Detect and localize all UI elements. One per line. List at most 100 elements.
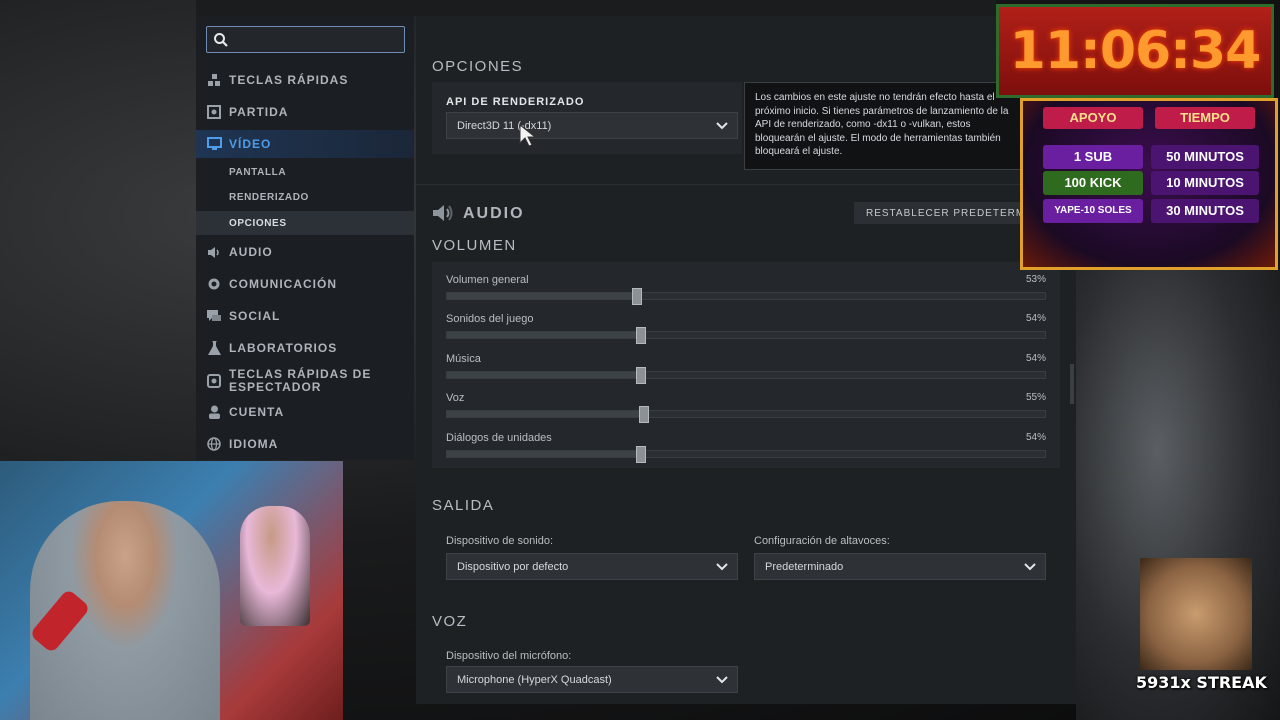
slider-value: 54%	[1025, 432, 1046, 443]
gear-icon	[206, 276, 222, 292]
volume-slider[interactable]	[446, 446, 1046, 463]
slider-handle[interactable]	[635, 367, 646, 384]
volume-slider-row: Voz 55%	[446, 392, 1046, 428]
output-section-title: SALIDA	[432, 497, 495, 514]
webcam-overlay	[0, 461, 343, 720]
slider-handle[interactable]	[632, 288, 643, 305]
sidebar-item-video[interactable]: VÍDEO	[196, 130, 414, 158]
sidebar-item-label: PARTIDA	[229, 104, 289, 119]
window-top-edge	[196, 0, 996, 16]
volume-slider-row: Volumen general 53%	[446, 274, 1046, 310]
mic-device-dropdown[interactable]: Microphone (HyperX Quadcast)	[446, 666, 738, 693]
rendering-api-dropdown[interactable]: Direct3D 11 (-dx11)	[446, 112, 738, 139]
speaker-config-dropdown[interactable]: Predeterminado	[754, 553, 1046, 580]
sidebar-item-labs[interactable]: LABORATORIOS	[196, 334, 414, 362]
mic-device-label: Dispositivo del micrófono:	[446, 650, 572, 662]
screen: TECLAS RÁPIDAS PARTIDA VÍDEO PANTALLA RE…	[0, 0, 1280, 720]
streak-counter: 5931x STREAK	[1136, 673, 1267, 692]
sidebar-item-label: LABORATORIOS	[229, 340, 338, 355]
search-input[interactable]	[206, 26, 405, 53]
audio-speaker-icon	[433, 205, 453, 221]
sidebar-item-label: CUENTA	[229, 404, 285, 419]
sidebar-item-language[interactable]: IDIOMA	[196, 430, 414, 458]
sidebar-subitem-rendering[interactable]: RENDERIZADO	[196, 185, 414, 209]
mic-device-value: Microphone (HyperX Quadcast)	[457, 673, 612, 686]
slider-handle[interactable]	[635, 446, 646, 463]
time-header: TIEMPO	[1155, 107, 1255, 129]
sidebar-item-label: TECLAS RÁPIDAS	[229, 72, 349, 87]
chat-icon	[206, 308, 222, 324]
spectator-icon	[206, 373, 222, 389]
slider-label: Sonidos del juego	[446, 313, 534, 325]
slider-value: 55%	[1025, 392, 1046, 403]
reset-defaults-button[interactable]: RESTABLECER PREDETERMINADOS	[854, 202, 1044, 224]
globe-icon	[206, 436, 222, 452]
user-icon	[206, 404, 222, 420]
sidebar-item-label: SOCIAL	[229, 308, 281, 323]
support-row-3: YAPE-10 SOLES	[1043, 199, 1143, 223]
slider-handle[interactable]	[639, 406, 650, 423]
sidebar-item-spectator-hotkeys[interactable]: TECLAS RÁPIDAS DE ESPECTADOR	[196, 366, 414, 396]
speaker-config-label: Configuración de altavoces:	[754, 535, 890, 547]
audio-section-title: AUDIO	[463, 205, 525, 222]
support-header: APOYO	[1043, 107, 1143, 129]
volume-slider-row: Diálogos de unidades 54%	[446, 432, 1046, 468]
time-row-1: 50 MINUTOS	[1151, 145, 1259, 169]
sidebar-item-label: VÍDEO	[229, 136, 272, 151]
clock-time: 11:06:34	[1009, 21, 1262, 81]
sound-device-label: Dispositivo de sonido:	[446, 535, 554, 547]
sidebar-item-label: COMUNICACIÓN	[229, 276, 337, 291]
slider-fill	[447, 451, 641, 457]
flask-icon	[206, 340, 222, 356]
speaker-config-value: Predeterminado	[765, 560, 844, 573]
search-icon	[214, 33, 228, 47]
volume-slider[interactable]	[446, 406, 1046, 423]
settings-sidebar: TECLAS RÁPIDAS PARTIDA VÍDEO PANTALLA RE…	[196, 16, 414, 460]
mouse-cursor-icon	[519, 124, 537, 147]
sidebar-item-communication[interactable]: COMUNICACIÓN	[196, 270, 414, 298]
slider-value: 53%	[1025, 274, 1046, 285]
slider-label: Volumen general	[446, 274, 529, 286]
slider-value: 54%	[1025, 313, 1046, 324]
volume-slider-row: Sonidos del juego 54%	[446, 313, 1046, 349]
scrollbar-thumb[interactable]	[1070, 364, 1074, 404]
slider-handle[interactable]	[635, 327, 646, 344]
sound-device-value: Dispositivo por defecto	[457, 560, 569, 573]
slider-value: 54%	[1025, 353, 1046, 364]
sound-device-dropdown[interactable]: Dispositivo por defecto	[446, 553, 738, 580]
volume-slider-row: Música 54%	[446, 353, 1046, 389]
sidebar-subitem-screen[interactable]: PANTALLA	[196, 160, 414, 184]
sidebar-item-account[interactable]: CUENTA	[196, 398, 414, 426]
volume-slider[interactable]	[446, 327, 1046, 344]
support-overlay: APOYO TIEMPO 1 SUB 50 MINUTOS 100 KICK 1…	[1020, 98, 1278, 270]
slider-fill	[447, 332, 641, 338]
sidebar-item-hotkeys[interactable]: TECLAS RÁPIDAS	[196, 66, 414, 94]
volume-section-title: VOLUMEN	[432, 237, 517, 254]
sidebar-item-label: IDIOMA	[229, 436, 279, 451]
sidebar-item-label: TECLAS RÁPIDAS DE ESPECTADOR	[229, 367, 372, 394]
slider-label: Música	[446, 353, 481, 365]
monitor-icon	[206, 136, 222, 152]
background-person	[240, 506, 310, 626]
support-row-1: 1 SUB	[1043, 145, 1143, 169]
time-row-3: 30 MINUTOS	[1151, 199, 1259, 223]
divider	[416, 184, 1076, 185]
rendering-api-label: API DE RENDERIZADO	[446, 96, 585, 108]
hotkeys-icon	[206, 72, 222, 88]
sidebar-item-audio[interactable]: AUDIO	[196, 238, 414, 266]
slider-fill	[447, 372, 641, 378]
slider-fill	[447, 411, 645, 417]
volume-slider[interactable]	[446, 288, 1046, 305]
sidebar-subitem-options[interactable]: OPCIONES	[196, 211, 414, 235]
options-section-title: OPCIONES	[432, 58, 524, 75]
sidebar-item-social[interactable]: SOCIAL	[196, 302, 414, 330]
voice-section-title: VOZ	[432, 613, 468, 630]
sidebar-item-game[interactable]: PARTIDA	[196, 98, 414, 126]
volume-slider[interactable]	[446, 367, 1046, 384]
support-row-2: 100 KICK	[1043, 171, 1143, 195]
chevron-down-icon	[716, 122, 728, 130]
sidebar-item-label: AUDIO	[229, 244, 273, 259]
game-icon	[206, 104, 222, 120]
chevron-down-icon	[716, 563, 728, 571]
speaker-icon	[206, 244, 222, 260]
